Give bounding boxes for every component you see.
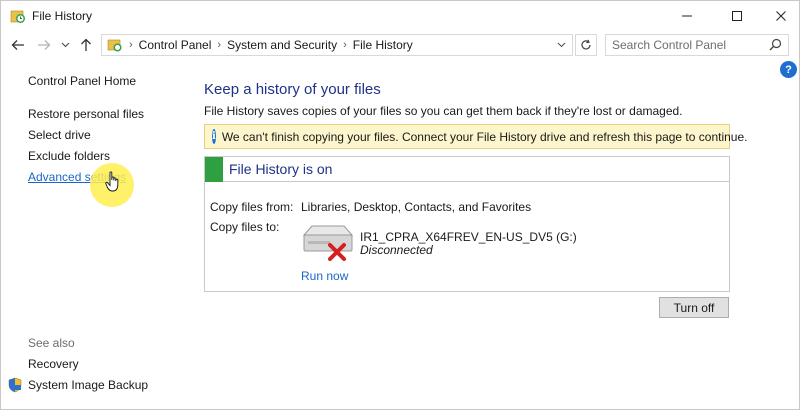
info-icon: i	[212, 129, 216, 144]
recent-locations-button[interactable]	[59, 36, 71, 54]
page-description: File History saves copies of your files …	[204, 104, 683, 118]
address-dropdown-icon[interactable]	[557, 38, 566, 52]
window-title: File History	[32, 9, 93, 23]
copy-from-label: Copy files from:	[210, 200, 294, 214]
hand-pointer-icon	[105, 171, 119, 192]
forward-arrow-icon	[38, 40, 51, 50]
breadcrumb-control-panel[interactable]: Control Panel	[139, 38, 212, 52]
disconnected-drive-icon	[302, 225, 354, 261]
back-button[interactable]	[9, 36, 27, 54]
control-panel-icon	[107, 39, 122, 52]
help-button[interactable]: ?	[780, 61, 797, 78]
page-title: Keep a history of your files	[204, 81, 381, 98]
breadcrumb-system-and-security[interactable]: System and Security	[227, 38, 337, 52]
run-now-link[interactable]: Run now	[301, 269, 348, 283]
turn-off-button[interactable]: Turn off	[659, 297, 729, 318]
status-header: File History is on	[205, 157, 729, 182]
shield-icon	[8, 377, 22, 393]
title-bar: File History	[1, 1, 799, 31]
breadcrumb-separator: ›	[343, 39, 347, 51]
warning-banner: i We can't finish copying your files. Co…	[204, 124, 747, 149]
see-also-heading: See also	[28, 336, 75, 350]
breadcrumb-separator: ›	[129, 39, 133, 51]
drive-name: IR1_CPRA_X64FREV_EN-US_DV5 (G:)	[360, 230, 577, 244]
copy-to-label: Copy files to:	[210, 220, 280, 234]
exclude-folders-link[interactable]: Exclude folders	[28, 149, 110, 163]
recovery-link[interactable]: Recovery	[28, 357, 79, 371]
copy-from-value: Libraries, Desktop, Contacts, and Favori…	[301, 200, 532, 214]
system-image-backup-link[interactable]: System Image Backup	[28, 378, 148, 392]
restore-personal-files-link[interactable]: Restore personal files	[28, 107, 144, 121]
up-button[interactable]	[77, 36, 95, 54]
search-icon	[769, 38, 782, 51]
status-panel: File History is on Copy files from: Libr…	[204, 156, 730, 292]
up-arrow-icon	[81, 38, 91, 51]
refresh-button[interactable]	[575, 34, 597, 56]
main-content: Keep a history of your files File Histor…	[204, 61, 764, 361]
select-drive-link[interactable]: Select drive	[28, 128, 91, 142]
warning-text: We can't finish copying your files. Conn…	[221, 129, 748, 144]
navigation-bar: › Control Panel › System and Security › …	[1, 32, 799, 58]
close-button[interactable]	[759, 1, 799, 31]
address-bar[interactable]: › Control Panel › System and Security › …	[101, 34, 573, 56]
drive-status: Disconnected	[360, 243, 433, 257]
file-history-window: File History › Control Panel › System an…	[0, 0, 800, 410]
maximize-icon	[732, 11, 742, 21]
search-box[interactable]	[605, 34, 789, 56]
close-icon	[776, 11, 786, 21]
search-input[interactable]	[612, 35, 762, 55]
status-indicator	[205, 157, 223, 182]
chevron-down-icon	[61, 42, 69, 48]
minimize-icon	[682, 15, 692, 17]
status-title: File History is on	[229, 161, 333, 177]
control-panel-home-link[interactable]: Control Panel Home	[28, 74, 136, 88]
file-history-icon	[10, 10, 25, 23]
left-navigation: Control Panel Home Restore personal file…	[1, 61, 201, 409]
minimize-button[interactable]	[665, 1, 709, 31]
maximize-button[interactable]	[715, 1, 759, 31]
breadcrumb-file-history[interactable]: File History	[353, 38, 413, 52]
back-arrow-icon	[11, 40, 24, 50]
forward-button[interactable]	[35, 36, 53, 54]
refresh-icon	[581, 39, 591, 50]
breadcrumb-separator: ›	[217, 39, 222, 51]
